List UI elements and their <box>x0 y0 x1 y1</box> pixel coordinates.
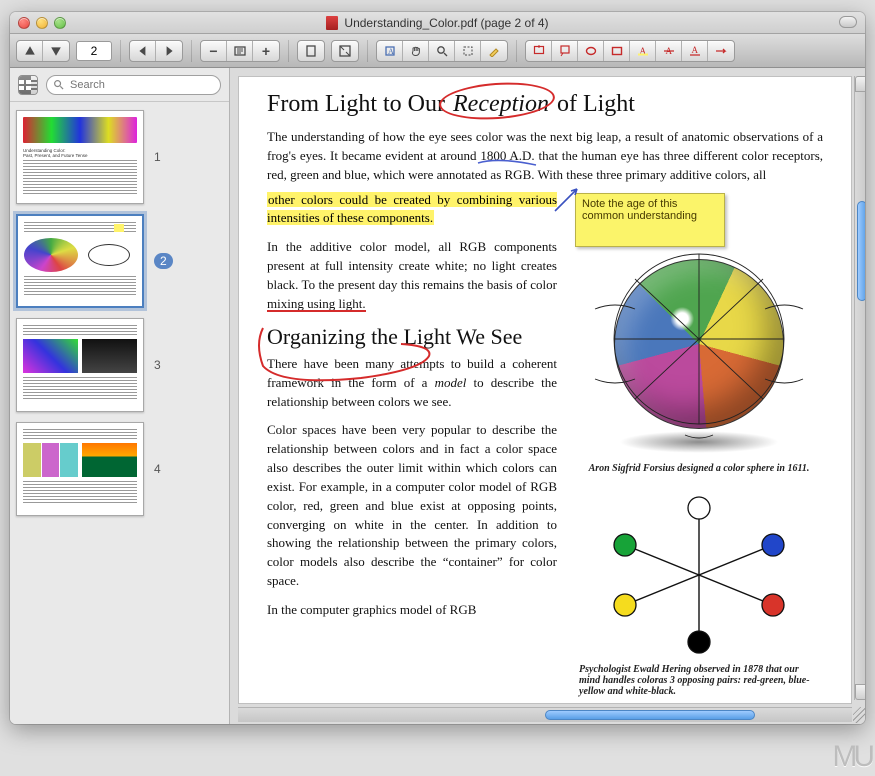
sidebar-view-segmented <box>18 75 38 95</box>
svg-text:A: A <box>388 47 394 56</box>
search-field[interactable] <box>46 75 221 95</box>
page-up-down-group <box>16 40 70 62</box>
document-page[interactable]: From Light to Our Reception of Light The… <box>238 76 852 704</box>
view-mode-group <box>297 40 325 62</box>
zoom-window-button[interactable] <box>54 17 66 29</box>
marquee-tool[interactable] <box>455 41 481 61</box>
body-paragraph: Color spaces have been very popular to d… <box>267 421 557 591</box>
hand-tool[interactable] <box>403 41 429 61</box>
body-paragraph: In the additive color model, all RGB com… <box>267 238 557 313</box>
titlebar: Understanding_Color.pdf (page 2 of 4) <box>10 12 865 34</box>
sidebar: Understanding Color:Past, Present, and F… <box>10 68 230 724</box>
thumbnail-row[interactable]: 3 <box>16 318 223 412</box>
document-icon <box>326 16 338 30</box>
page-thumbnail[interactable]: Understanding Color:Past, Present, and F… <box>16 110 144 204</box>
thumbnail-number: 4 <box>154 462 161 476</box>
magnify-tool[interactable] <box>429 41 455 61</box>
zoom-group: − + <box>200 40 280 62</box>
add-anchored-note-button[interactable] <box>552 41 578 61</box>
window-title: Understanding_Color.pdf (page 2 of 4) <box>344 16 548 30</box>
svg-text:A: A <box>691 45 698 55</box>
app-window: Understanding_Color.pdf (page 2 of 4) − <box>10 12 865 724</box>
toolbar-toggle-pill[interactable] <box>839 16 857 28</box>
body-paragraph: There have been many attempts to build a… <box>267 355 557 412</box>
thumbnail-list[interactable]: Understanding Color:Past, Present, and F… <box>10 102 229 724</box>
search-input[interactable] <box>68 78 214 92</box>
page-number-input[interactable] <box>76 41 112 61</box>
back-button[interactable] <box>130 41 156 61</box>
highlight-annotation[interactable]: other colors could be created by combini… <box>267 192 557 226</box>
text-select-tool[interactable]: A <box>377 41 403 61</box>
thumbnail-number: 3 <box>154 358 161 372</box>
zoom-in-button[interactable]: + <box>253 41 279 61</box>
body-paragraph: other colors could be created by combini… <box>267 191 557 229</box>
add-circle-button[interactable] <box>578 41 604 61</box>
tool-group: A <box>376 40 508 62</box>
thumbnail-row[interactable]: 4 <box>16 422 223 516</box>
vertical-scroll-thumb[interactable] <box>857 201 865 301</box>
watermark: MU <box>832 740 871 774</box>
figure-hering <box>575 490 823 660</box>
sticky-note-annotation[interactable]: Note the age of this common understandin… <box>575 193 725 247</box>
annotation-group: A A A <box>525 40 735 62</box>
forward-button[interactable] <box>156 41 182 61</box>
search-icon <box>53 79 64 90</box>
sticky-note-text: Note the age of this common understandin… <box>582 198 697 222</box>
minimize-window-button[interactable] <box>36 17 48 29</box>
zoom-fit-button[interactable] <box>227 41 253 61</box>
close-window-button[interactable] <box>18 17 30 29</box>
thumbnail-number: 1 <box>154 150 161 164</box>
page-thumbnail[interactable] <box>16 422 144 516</box>
figure-caption: Aron Sigfrid Forsius designed a color sp… <box>575 463 823 474</box>
add-line-button[interactable] <box>708 41 734 61</box>
fullscreen-button[interactable] <box>332 41 358 61</box>
underline-text-button[interactable]: A <box>682 41 708 61</box>
thumbnail-row[interactable]: Understanding Color:Past, Present, and F… <box>16 110 223 204</box>
vertical-scrollbar[interactable] <box>854 76 865 700</box>
note-pointer-line <box>553 187 579 213</box>
previous-page-button[interactable] <box>17 41 43 61</box>
red-underline-annotation[interactable]: mixing using light. <box>267 296 366 311</box>
zoom-out-button[interactable]: − <box>201 41 227 61</box>
highlight-text-button[interactable]: A <box>630 41 656 61</box>
thumbnail-row[interactable]: 2 <box>16 214 223 308</box>
date-with-line-annotation: 1800 A.D. <box>480 148 538 163</box>
toolbar: − + A <box>10 34 865 68</box>
history-nav-group <box>129 40 183 62</box>
page-thumbnail[interactable] <box>16 214 144 308</box>
circled-word: Reception <box>451 91 557 117</box>
window-resize-handle[interactable] <box>853 707 865 723</box>
add-box-button[interactable] <box>604 41 630 61</box>
horizontal-scroll-thumb[interactable] <box>545 710 755 720</box>
body-paragraph: In the computer graphics model of RGB <box>267 601 557 620</box>
thumbnail-number: 2 <box>154 253 173 269</box>
page-title: From Light to Our Reception of Light <box>267 91 823 118</box>
body-paragraph: The understanding of how the eye sees co… <box>267 128 823 185</box>
sidebar-controls <box>10 68 229 102</box>
add-note-button[interactable] <box>526 41 552 61</box>
figure-color-sphere <box>575 249 823 459</box>
thumbnails-view-button[interactable] <box>19 76 31 94</box>
document-area: From Light to Our Reception of Light The… <box>230 68 865 724</box>
strikethrough-text-button[interactable]: A <box>656 41 682 61</box>
next-page-button[interactable] <box>43 41 69 61</box>
window-controls <box>18 17 66 29</box>
horizontal-scrollbar[interactable] <box>238 707 852 722</box>
freehand-tool[interactable] <box>481 41 507 61</box>
section-heading: Organizing the Light We See <box>267 324 557 349</box>
list-view-button[interactable] <box>31 76 38 94</box>
single-page-button[interactable] <box>298 41 324 61</box>
figure-caption: Psychologist Ewald Hering observed in 18… <box>575 664 823 697</box>
page-thumbnail[interactable] <box>16 318 144 412</box>
